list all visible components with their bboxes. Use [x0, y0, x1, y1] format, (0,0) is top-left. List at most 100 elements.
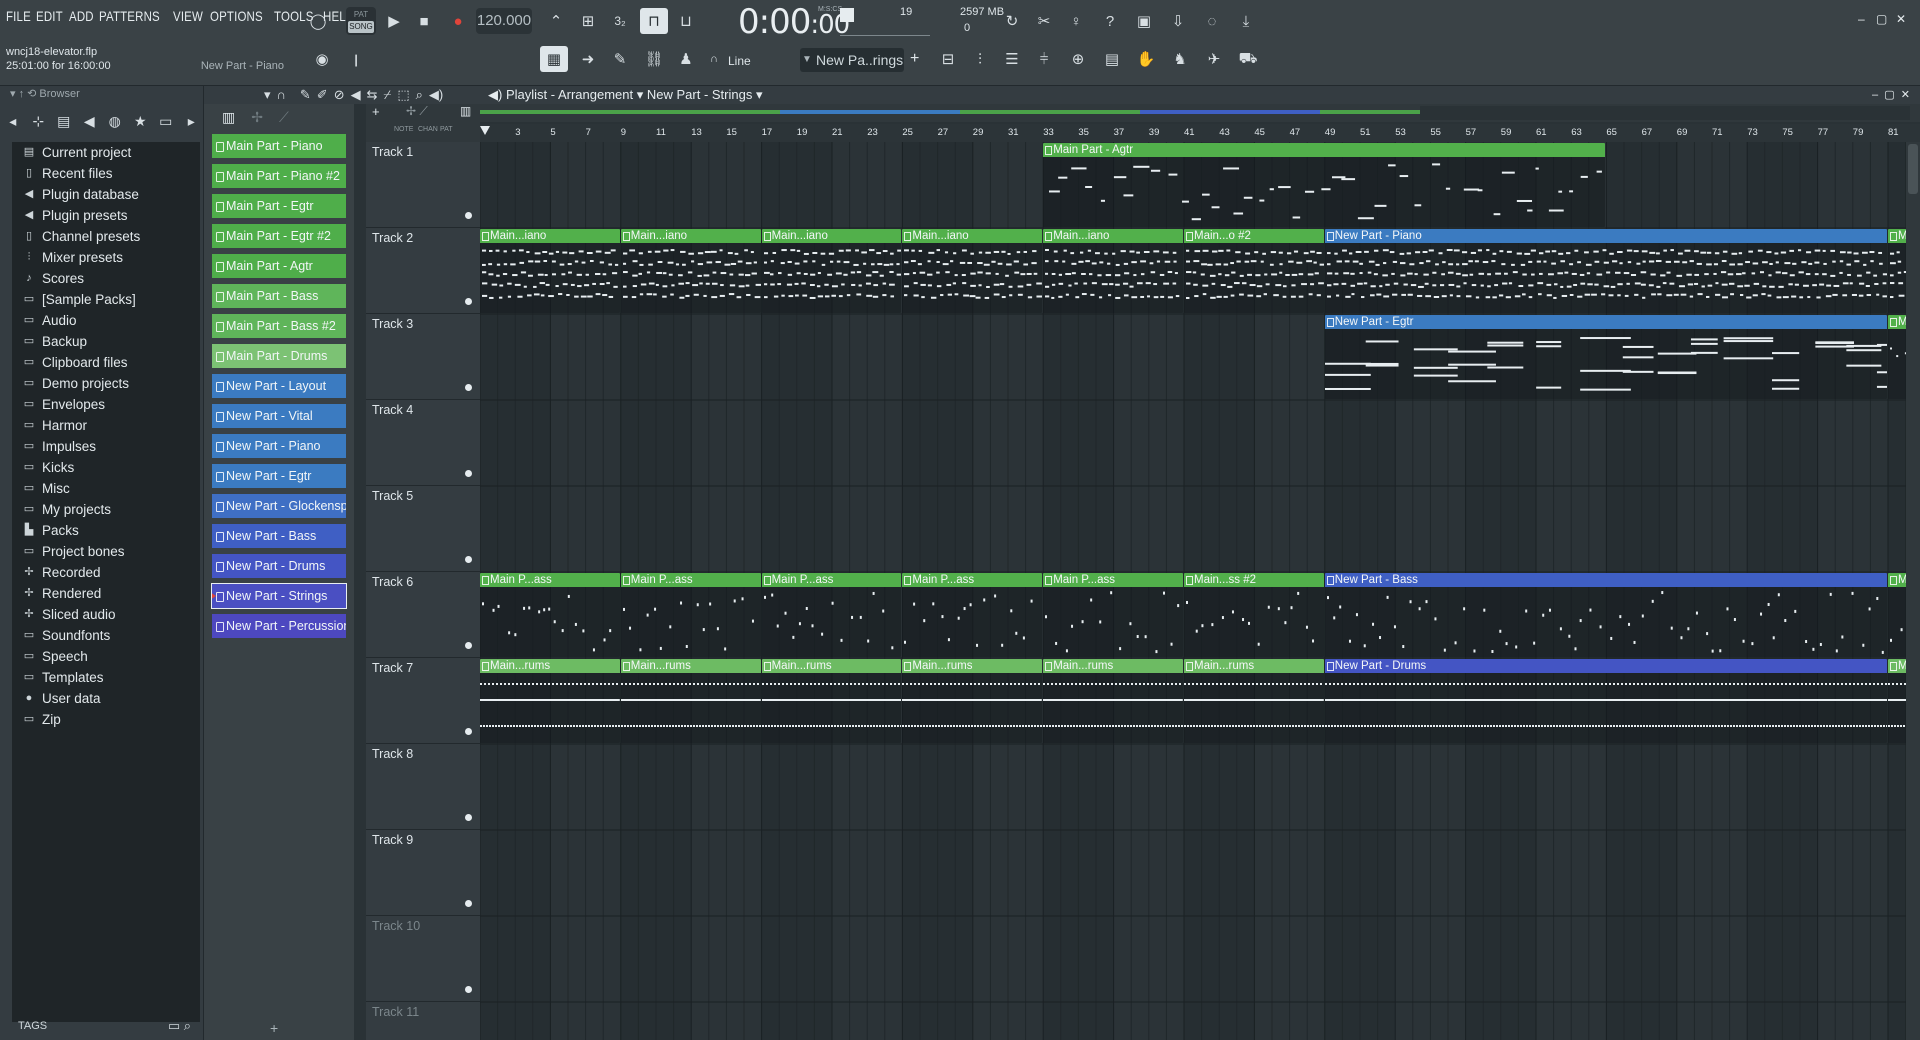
browser-speaker-icon[interactable]: ◀ [81, 113, 99, 130]
track-header[interactable]: Track 2 [366, 228, 480, 314]
close-icon[interactable]: ✕ [1896, 12, 1906, 26]
pattern-item[interactable]: Main Part - Agtr [212, 254, 346, 278]
playlist-clip[interactable]: Main P...ass [902, 573, 1043, 657]
arrangement-grid[interactable]: 3 5 7 9 11 13 15 17 19 21 23 25 27 29 31 33 35 37 39 41 43 45… [480, 104, 1920, 1040]
vertical-scrollbar[interactable] [1906, 142, 1920, 1040]
browser-plugin-icon[interactable]: ◍ [106, 113, 124, 130]
browser-item[interactable]: ▭ Audio [12, 310, 200, 331]
tags-label[interactable]: TAGS [18, 1020, 47, 1032]
playlist-clip[interactable]: Main P...ass [480, 573, 620, 657]
browser-item[interactable]: ▙ Packs [12, 520, 200, 541]
menu-edit[interactable]: EDIT [36, 8, 63, 24]
countdown-icon[interactable]: 3₂ [606, 8, 634, 34]
chat-icon[interactable]: ◌ [1198, 8, 1226, 34]
view-piano-roll-icon[interactable]: ✎ [606, 46, 634, 72]
playlist-window-controls[interactable]: – ▢ ✕ [1872, 86, 1910, 104]
browser-item[interactable]: ▭ Misc [12, 478, 200, 499]
browser-item[interactable]: ▭ Speech [12, 646, 200, 667]
pattern-item[interactable]: New Part - Glockenspiel [212, 494, 346, 518]
browser-right-arrow-icon[interactable]: ▸ [183, 113, 201, 130]
playlist-clip[interactable]: Main...iano [1043, 229, 1183, 313]
browser-item[interactable]: ▭ My projects [12, 499, 200, 520]
mic-icon[interactable]: ♀ [1062, 8, 1090, 34]
track-header[interactable]: Track 10 [366, 916, 480, 1002]
pat-song-toggle[interactable]: PAT SONG [346, 7, 376, 35]
draw-tool-icon[interactable]: ✎ [300, 86, 311, 104]
grid-icon[interactable]: ▥ [460, 104, 471, 118]
playlist-clip[interactable]: New Part - Drums [1324, 659, 1887, 743]
pattern-item[interactable]: New Part - Layout [212, 374, 346, 398]
browser-item[interactable]: ✢ Sliced audio [12, 604, 200, 625]
menu-add[interactable]: ADD [69, 8, 94, 24]
browser-item[interactable]: ▯ Channel presets [12, 226, 200, 247]
playlist-clip[interactable]: Main...iano [480, 229, 620, 313]
playlist-clip[interactable]: New Part - Egtr [1324, 315, 1887, 399]
tempo-tap-knob-icon[interactable]: ◯ [304, 8, 332, 34]
track-mute-icon[interactable] [465, 814, 472, 821]
tracks-canvas[interactable]: Main Part - AgtrNew Part - VitalMain Par… [480, 142, 1920, 1040]
scroll-thumb[interactable] [1908, 144, 1918, 194]
browser-item[interactable]: ▭ Zip [12, 709, 200, 730]
tool-icons[interactable]: ✢ ⟋ [406, 104, 428, 119]
view-playlist-icon[interactable]: ▦ [540, 46, 568, 72]
track-mute-icon[interactable] [465, 556, 472, 563]
browser-item[interactable]: ◀ Plugin presets [12, 205, 200, 226]
channel-icon[interactable]: ♞ [1166, 46, 1194, 72]
pattern-item[interactable]: Main Part - Bass #2 [212, 314, 346, 338]
metronome-icon[interactable]: ⌃ [542, 8, 570, 34]
add-pattern-button[interactable]: + [910, 50, 919, 68]
browser-item[interactable]: ▭ Demo projects [12, 373, 200, 394]
track-header[interactable]: Track 6 [366, 572, 480, 658]
track-header[interactable]: Track 4 [366, 400, 480, 486]
browser-item[interactable]: ♪ Scores [12, 268, 200, 289]
picker-automation-icon[interactable]: ⟋ [279, 109, 289, 126]
browser-folder-icon[interactable]: ▭ [157, 113, 175, 130]
pattern-item[interactable]: New Part - Piano [212, 434, 346, 458]
loop-record-icon[interactable]: ⊔ [672, 8, 700, 34]
track-mute-icon[interactable] [465, 986, 472, 993]
browser-item[interactable]: ✢ Recorded [12, 562, 200, 583]
touch-keyboard-icon[interactable]: ✋ [1132, 46, 1160, 72]
slice-tool-icon[interactable]: ⌿ [384, 86, 392, 104]
download-icon[interactable]: ⤓ [1232, 8, 1260, 34]
pattern-item[interactable]: Main Part - Piano #2 [212, 164, 346, 188]
browser-item[interactable]: ▤ Current project [12, 142, 200, 163]
playlist-clip[interactable]: Main...rums [761, 659, 902, 743]
pattern-item[interactable]: Main Part - Bass [212, 284, 346, 308]
playlist-clip[interactable]: Main...rums [620, 659, 761, 743]
playlist-clip[interactable]: Main...iano [761, 229, 902, 313]
browser-item[interactable]: ✢ Rendered [12, 583, 200, 604]
add-pattern-icon[interactable]: + [270, 1020, 278, 1036]
stop-icon[interactable]: ■ [410, 8, 438, 34]
pattern-item[interactable]: New Part - Strings [211, 583, 347, 609]
stamp-icon[interactable]: ♟ [672, 46, 700, 72]
cut-icon[interactable]: ✂ [1030, 8, 1058, 34]
menu-options[interactable]: OPTIONS [210, 8, 263, 24]
maximize-icon[interactable]: ▢ [1876, 12, 1887, 26]
browser-item[interactable]: ▭ Kicks [12, 457, 200, 478]
track-mute-icon[interactable] [465, 728, 472, 735]
playlist-clip[interactable]: Main...rums [1184, 659, 1324, 743]
track-mute-icon[interactable] [465, 470, 472, 477]
browser-item[interactable]: ▯ Recent files [12, 163, 200, 184]
pattern-item[interactable]: Main Part - Egtr [212, 194, 346, 218]
wait-record-icon[interactable]: ⊞ [574, 8, 602, 34]
snap-selector[interactable]: Line [728, 50, 786, 72]
playlist-clip[interactable]: Main P...ass [620, 573, 761, 657]
channel-rack-icon[interactable]: ⊟ [934, 46, 962, 72]
track-mute-icon[interactable] [465, 384, 472, 391]
browser-item[interactable]: ▭ Project bones [12, 541, 200, 562]
track-mute-icon[interactable] [465, 298, 472, 305]
browser-all-icon[interactable]: ⊹ [30, 113, 48, 130]
browser-search-icon[interactable]: ▭ ⌕ [168, 1018, 191, 1034]
browser-item[interactable]: ⫶ Mixer presets [12, 247, 200, 268]
add-track-icon[interactable]: + [372, 104, 380, 119]
browser-item[interactable]: ▭ Soundfonts [12, 625, 200, 646]
magnet-snap-icon[interactable]: ∩ [277, 86, 286, 104]
pattern-item[interactable]: New Part - Percussion [212, 614, 346, 638]
playlist-clip[interactable]: Main...ss #2 [1184, 573, 1324, 657]
mute-tool-icon[interactable]: ◀ [351, 86, 361, 104]
browser-item[interactable]: ▭ Templates [12, 667, 200, 688]
playlist-clip[interactable]: Main P...ass [1043, 573, 1183, 657]
track-mute-icon[interactable] [465, 642, 472, 649]
